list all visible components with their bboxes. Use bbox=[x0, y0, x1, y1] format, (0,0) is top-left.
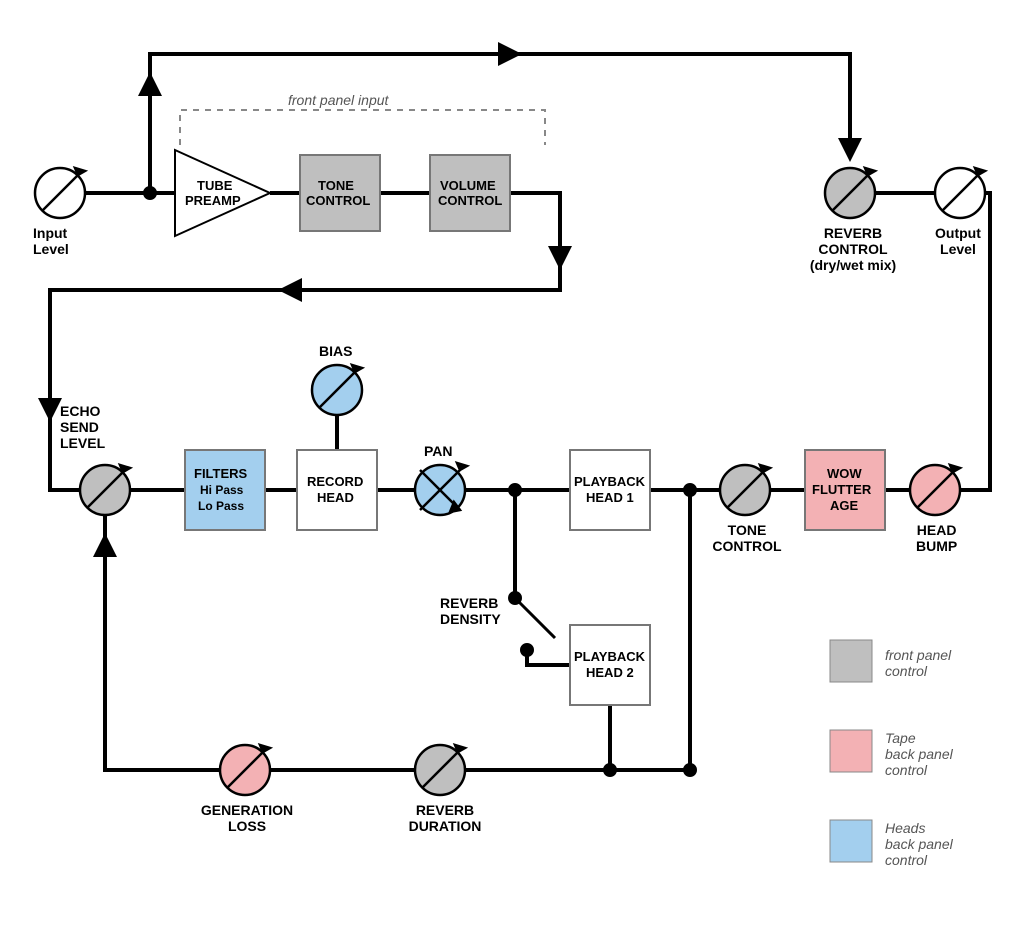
svg-text:RECORD: RECORD bbox=[307, 474, 363, 489]
legend-front-panel: front panelcontrol bbox=[885, 647, 951, 679]
label-front-panel-input: front panel input bbox=[288, 92, 388, 108]
knob-output-level bbox=[935, 168, 985, 218]
svg-text:PLAYBACK: PLAYBACK bbox=[574, 649, 646, 664]
label-reverb-control: REVERBCONTROL(dry/wet mix) bbox=[803, 225, 903, 273]
label-reverb-duration: REVERBDURATION bbox=[400, 802, 490, 834]
knob-reverb-duration bbox=[415, 745, 465, 795]
svg-text:TUBE: TUBE bbox=[197, 178, 233, 193]
knob-input-level bbox=[35, 168, 85, 218]
block-playback-head-2: PLAYBACK HEAD 2 bbox=[570, 625, 650, 705]
svg-text:Lo Pass: Lo Pass bbox=[198, 499, 244, 513]
block-tube-preamp: TUBE PREAMP bbox=[175, 150, 270, 236]
svg-text:HEAD 2: HEAD 2 bbox=[586, 665, 634, 680]
svg-text:CONTROL: CONTROL bbox=[438, 193, 502, 208]
knob-generation-loss bbox=[220, 745, 270, 795]
label-head-bump: HEADBUMP bbox=[916, 522, 957, 554]
legend-heads-back-panel: Headsback panelcontrol bbox=[885, 820, 953, 868]
block-record-head: RECORD HEAD bbox=[297, 450, 377, 530]
legend bbox=[830, 640, 872, 862]
knob-echo-send-level bbox=[80, 465, 130, 515]
knob-head-bump bbox=[910, 465, 960, 515]
knob-tone-control-right bbox=[720, 465, 770, 515]
svg-text:VOLUME: VOLUME bbox=[440, 178, 496, 193]
label-echo-send-level: ECHOSENDLEVEL bbox=[60, 403, 105, 451]
svg-text:AGE: AGE bbox=[830, 498, 859, 513]
label-input-level: InputLevel bbox=[33, 225, 69, 257]
label-tone-control-right: TONECONTROL bbox=[712, 522, 782, 554]
legend-tape-back-panel: Tapeback panelcontrol bbox=[885, 730, 953, 778]
svg-text:FILTERS: FILTERS bbox=[194, 466, 248, 481]
knob-reverb-control bbox=[825, 168, 875, 218]
svg-text:Hi Pass: Hi Pass bbox=[200, 483, 244, 497]
label-reverb-density: REVERBDENSITY bbox=[440, 595, 501, 627]
label-output-level: OutputLevel bbox=[935, 225, 981, 257]
svg-text:PLAYBACK: PLAYBACK bbox=[574, 474, 646, 489]
block-volume-control: VOLUME CONTROL bbox=[430, 155, 510, 231]
svg-text:TONE: TONE bbox=[318, 178, 354, 193]
block-filters: FILTERS Hi Pass Lo Pass bbox=[185, 450, 265, 530]
svg-text:PREAMP: PREAMP bbox=[185, 193, 241, 208]
signal-flow-diagram: TUBE PREAMP TONE CONTROL VOLUME CONTROL … bbox=[0, 0, 1029, 928]
block-wow-flutter-age: WOW FLUTTER AGE bbox=[805, 450, 885, 530]
svg-text:HEAD 1: HEAD 1 bbox=[586, 490, 634, 505]
svg-text:FLUTTER: FLUTTER bbox=[812, 482, 872, 497]
label-generation-loss: GENERATIONLOSS bbox=[197, 802, 297, 834]
knob-pan bbox=[415, 463, 467, 515]
svg-text:HEAD: HEAD bbox=[317, 490, 354, 505]
block-playback-head-1: PLAYBACK HEAD 1 bbox=[570, 450, 650, 530]
label-pan: PAN bbox=[424, 443, 453, 459]
knob-bias bbox=[312, 365, 362, 415]
svg-text:WOW: WOW bbox=[827, 466, 862, 481]
label-bias: BIAS bbox=[319, 343, 352, 359]
block-tone-control-top: TONE CONTROL bbox=[300, 155, 380, 231]
svg-text:CONTROL: CONTROL bbox=[306, 193, 370, 208]
